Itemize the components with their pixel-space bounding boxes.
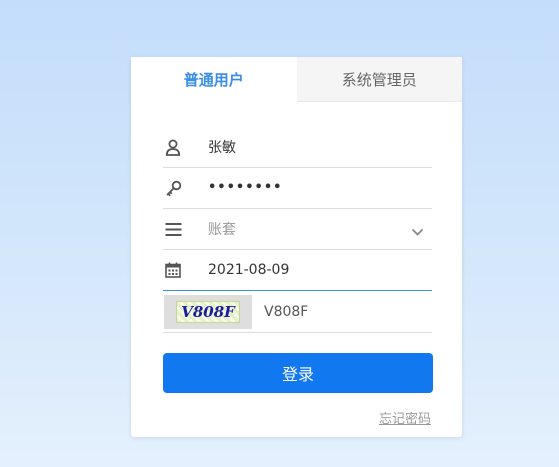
- account-set-placeholder: 账套: [208, 222, 236, 238]
- menu-icon: [164, 220, 182, 238]
- calendar-icon: [164, 261, 182, 279]
- tab-normal-user[interactable]: 普通用户: [131, 57, 297, 102]
- password-field[interactable]: ••••••••: [163, 168, 432, 209]
- login-button[interactable]: 登录: [163, 353, 433, 393]
- login-card: 普通用户 系统管理员 张敏 •••••••• 账套 2021-08-09 V80…: [131, 57, 462, 437]
- captcha-input-value: V808F: [264, 303, 309, 320]
- username-field[interactable]: 张敏: [163, 127, 432, 168]
- captcha-field[interactable]: V808F V808F: [163, 291, 432, 333]
- captcha-image[interactable]: V808F: [164, 295, 252, 329]
- date-value: 2021-08-09: [208, 262, 290, 278]
- key-icon: [164, 179, 182, 197]
- user-icon: [164, 138, 182, 156]
- date-field[interactable]: 2021-08-09: [163, 250, 432, 291]
- account-set-select[interactable]: 账套: [163, 209, 432, 250]
- forgot-password-link[interactable]: 忘记密码: [379, 408, 431, 427]
- tab-admin[interactable]: 系统管理员: [296, 57, 462, 102]
- captcha-image-text: V808F: [176, 301, 240, 323]
- password-value: ••••••••: [208, 180, 283, 195]
- login-tabs: 普通用户 系统管理员: [131, 57, 462, 102]
- chevron-down-icon[interactable]: [411, 222, 424, 241]
- username-value: 张敏: [208, 140, 236, 156]
